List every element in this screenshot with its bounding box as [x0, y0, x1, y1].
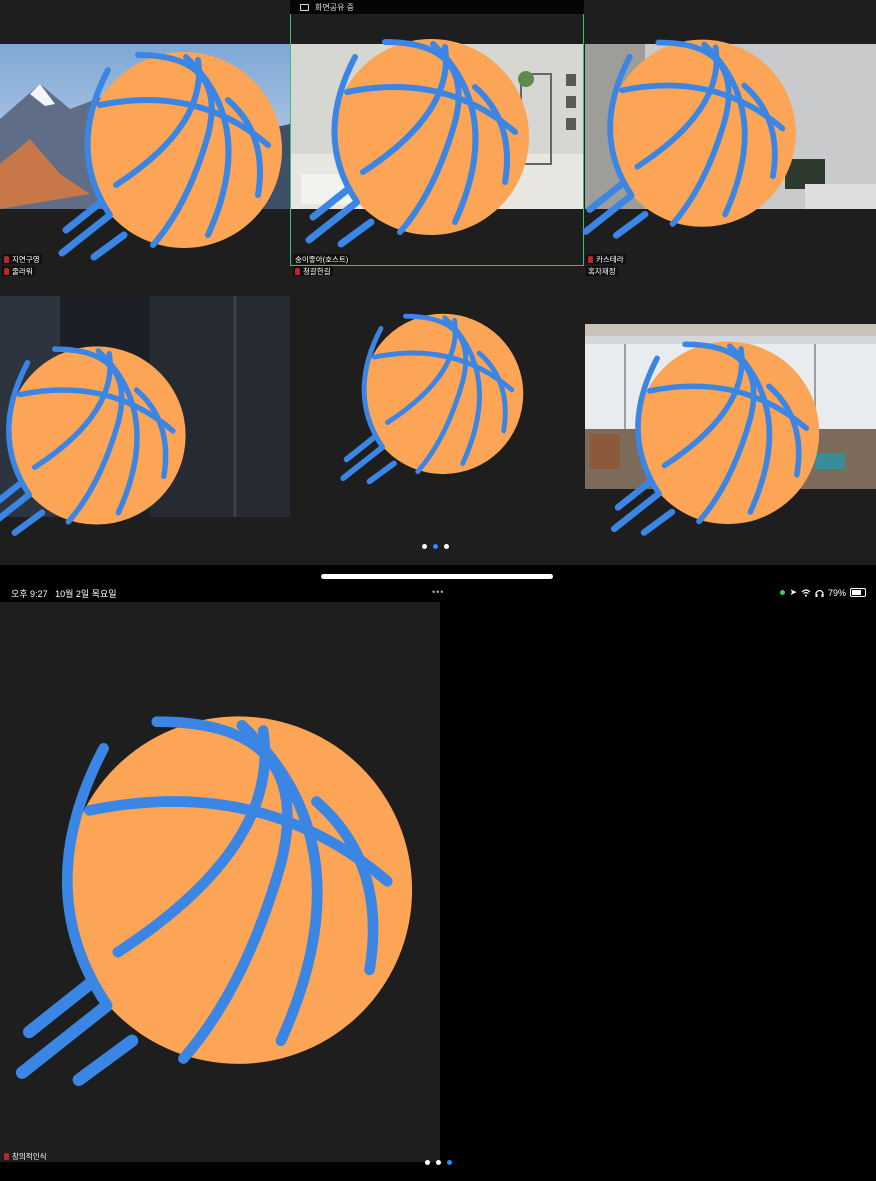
bottom-empty-area: [440, 602, 876, 1162]
mic-muted-icon: [4, 1152, 9, 1160]
multitasking-dots[interactable]: •••: [432, 587, 444, 597]
screen-share-icon: [300, 3, 309, 11]
participant-name-3: 카스테라: [586, 254, 626, 264]
basketball-icon: [53, 45, 283, 265]
basketball-icon: [578, 33, 796, 243]
mic-muted-icon: [4, 267, 9, 275]
participant-name-bottom: 창의적인식: [2, 1151, 49, 1161]
camera-in-use-icon: [780, 590, 786, 595]
basketball-icon: [5, 704, 415, 1094]
page-dot[interactable]: [436, 1160, 441, 1165]
location-icon: ➤: [789, 587, 797, 597]
participant-sub-1: 줄라워: [2, 266, 35, 276]
participant-sub-host: 청갈한길: [293, 266, 333, 276]
page-dot-active[interactable]: [433, 544, 438, 549]
participant-name-host: 송이좋아(호스트): [293, 254, 351, 264]
basketball-icon: [336, 308, 524, 488]
split-view-handle[interactable]: [321, 574, 553, 579]
battery-percent: 79%: [827, 587, 846, 598]
top-page-indicator[interactable]: [422, 544, 449, 549]
mic-muted-icon: [295, 267, 300, 275]
battery-icon: [850, 588, 866, 597]
page-dot[interactable]: [422, 544, 427, 549]
page-dot-active[interactable]: [447, 1160, 452, 1165]
wifi-icon: [801, 588, 811, 597]
basketball-icon: [604, 335, 822, 540]
basketball-icon: [300, 32, 530, 252]
mic-muted-icon: [588, 255, 593, 263]
participant-name-1: 지연구영: [2, 254, 42, 264]
status-bar: 오후 9:27 10월 2일 목요일 ••• ➤ 79%: [0, 584, 876, 602]
headphones-icon: [815, 589, 824, 597]
mic-muted-icon: [4, 255, 9, 263]
bottom-video-panel[interactable]: 창의적인식: [0, 602, 440, 1162]
page-dot[interactable]: [444, 544, 449, 549]
page-dot[interactable]: [425, 1160, 430, 1165]
bottom-page-indicator[interactable]: [425, 1160, 452, 1165]
status-time: 오후 9:27 10월 2일 목요일: [11, 589, 117, 599]
screen-share-banner: 화면공유 중: [290, 0, 584, 14]
participant-sub-3: 혹자재정: [586, 266, 618, 276]
top-video-gallery: 지연구영 줄라워 화면공유 중 송이좋아(호스트) 청갈한길 카스테라 혹자재정: [0, 0, 876, 565]
basketball-icon: [0, 340, 192, 540]
status-indicators: ➤ 79%: [780, 587, 866, 598]
